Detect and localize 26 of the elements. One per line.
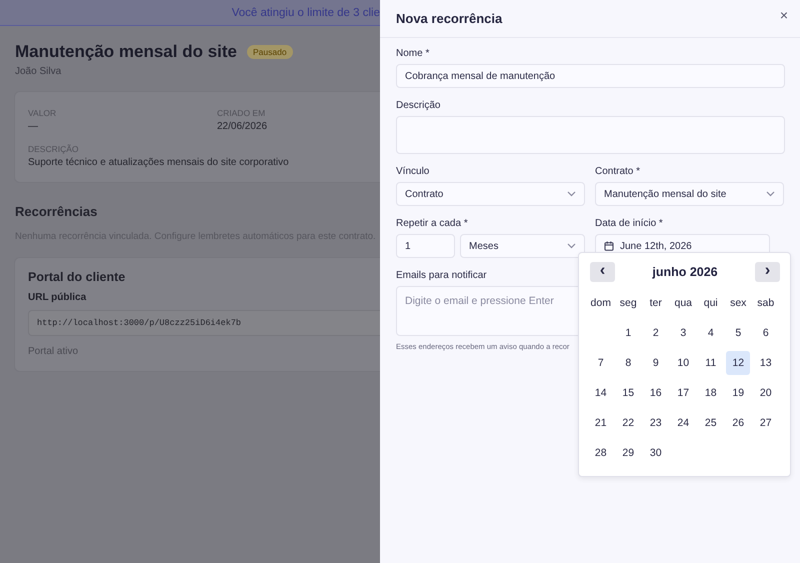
banner-text: Você atingiu o limite de 3 clie <box>232 6 380 18</box>
card-title: Portal do cliente <box>28 270 126 284</box>
page-title: Manutenção mensal do site <box>15 42 237 62</box>
detail-value: — <box>28 121 39 132</box>
drawer-title: Nova recorrência <box>396 11 502 26</box>
field-label: Contrato * <box>595 166 640 177</box>
section-title: Recorrências <box>15 204 98 219</box>
status-badge: Pausado <box>247 45 293 59</box>
detail-value: 22/06/2026 <box>217 121 268 132</box>
weekday-label: dom <box>590 296 611 311</box>
weekday-label: sab <box>757 296 774 311</box>
detail-value: Suporte técnico e atualizações mensais do site corporativo <box>28 157 290 168</box>
field-label: Vínculo <box>396 166 430 177</box>
field-label: Descrição <box>396 100 440 111</box>
weekday-label: qua <box>674 296 692 311</box>
field-label: Nome * <box>396 48 430 59</box>
url-label: URL pública <box>28 292 88 303</box>
field-label: Data de início * <box>595 218 663 229</box>
client-name: João Silva <box>15 66 62 77</box>
month-title: junho 2026 <box>652 265 718 279</box>
weekday-label: qui <box>704 296 718 311</box>
field-label: Emails para notificar <box>396 270 487 281</box>
weekday-label: sex <box>730 296 746 311</box>
weekday-label: seg <box>620 296 637 311</box>
field-label: Repetir a cada * <box>396 218 468 229</box>
weekday-label: ter <box>650 296 662 311</box>
